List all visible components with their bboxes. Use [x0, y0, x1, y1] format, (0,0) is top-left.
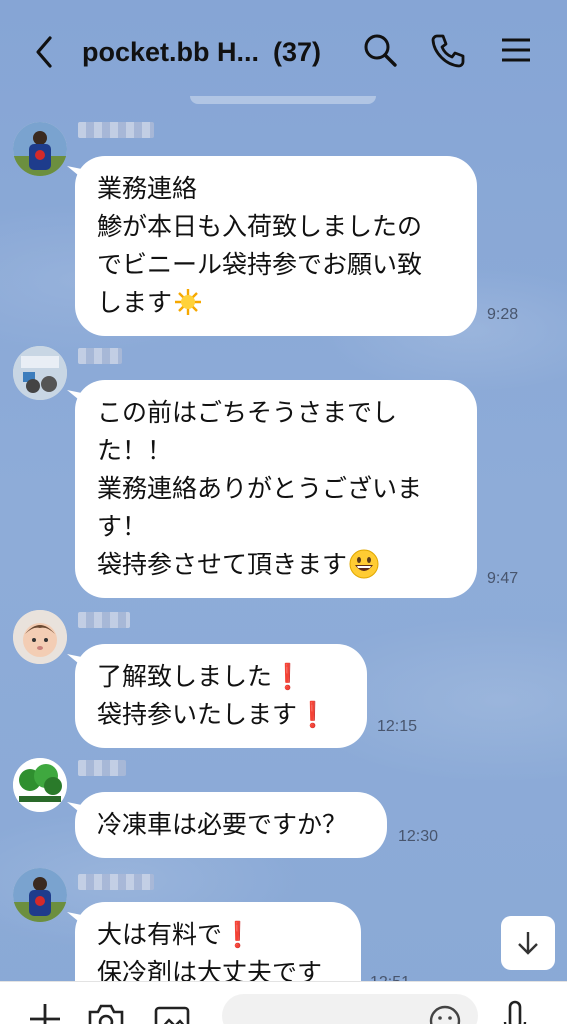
group-name: pocket.bb H...: [82, 37, 260, 67]
message-input-bar: [0, 981, 567, 1024]
message-line: 鯵が本日も入荷致しましたの: [97, 212, 423, 241]
history-loader-bar: [190, 96, 376, 104]
message-line: す！: [97, 512, 148, 541]
exclamation-mark: ❗: [297, 700, 329, 729]
chat-header: pocket.bb H... (37): [0, 0, 567, 100]
message-line: 冷凍車は必要ですか？: [97, 810, 348, 839]
message-bubble[interactable]: この前はごちそうさまでし た！！ 業務連絡ありがとうございま す！ 袋持参させて…: [75, 380, 477, 598]
grin-emoji-icon: [349, 549, 379, 579]
message-time: 12:15: [377, 718, 418, 735]
exclamation-mark: ❗: [272, 662, 304, 691]
message-line: します: [97, 284, 455, 322]
avatar[interactable]: [13, 346, 67, 400]
sender-name-blurred: [78, 348, 122, 364]
message-line: 業務連絡ありがとうございま: [97, 474, 423, 503]
sender-name-blurred: [78, 122, 154, 138]
mic-icon[interactable]: [500, 1000, 530, 1024]
message-line: 大は有料で❗: [97, 920, 254, 949]
camera-icon[interactable]: [86, 1000, 126, 1024]
phone-icon[interactable]: [428, 30, 468, 70]
message-line: 業務連絡: [97, 174, 198, 203]
chat-title[interactable]: pocket.bb H... (37): [82, 30, 321, 74]
message-time: 9:28: [487, 306, 519, 323]
back-icon[interactable]: [30, 32, 60, 72]
sender-name-blurred: [78, 874, 154, 890]
message-line: 袋持参させて頂きます: [97, 546, 455, 584]
avatar[interactable]: [13, 122, 67, 176]
message-line: でビニール袋持参でお願い致: [97, 250, 423, 279]
message-bubble[interactable]: 了解致しました❗ 袋持参いたします❗: [75, 644, 367, 748]
message-time: 12:30: [398, 828, 439, 845]
sender-name-blurred: [78, 760, 126, 776]
message-time: 9:47: [487, 570, 519, 587]
image-icon[interactable]: [152, 1000, 192, 1024]
message-input[interactable]: [222, 994, 478, 1024]
scroll-to-bottom-button[interactable]: [501, 916, 555, 970]
member-count: (37): [273, 37, 322, 67]
message-line: この前はごちそうさまでし: [97, 398, 398, 427]
avatar[interactable]: [13, 758, 67, 812]
message-line: た！！: [97, 436, 173, 465]
message-line: 袋持参いたします❗: [97, 700, 329, 729]
exclamation-mark: ❗: [222, 920, 254, 949]
sun-emoji-icon: [175, 289, 202, 315]
menu-icon[interactable]: [496, 30, 536, 70]
message-line: 了解致しました❗: [97, 662, 304, 691]
emoji-icon[interactable]: [428, 1004, 462, 1024]
search-icon[interactable]: [360, 30, 400, 70]
avatar[interactable]: [13, 610, 67, 664]
sender-name-blurred: [78, 612, 130, 628]
avatar[interactable]: [13, 868, 67, 922]
arrow-down-icon: [518, 932, 538, 955]
message-bubble[interactable]: 業務連絡 鯵が本日も入荷致しましたの でビニール袋持参でお願い致 します: [75, 156, 477, 336]
plus-icon[interactable]: [28, 1000, 62, 1024]
message-bubble[interactable]: 冷凍車は必要ですか？: [75, 792, 387, 858]
